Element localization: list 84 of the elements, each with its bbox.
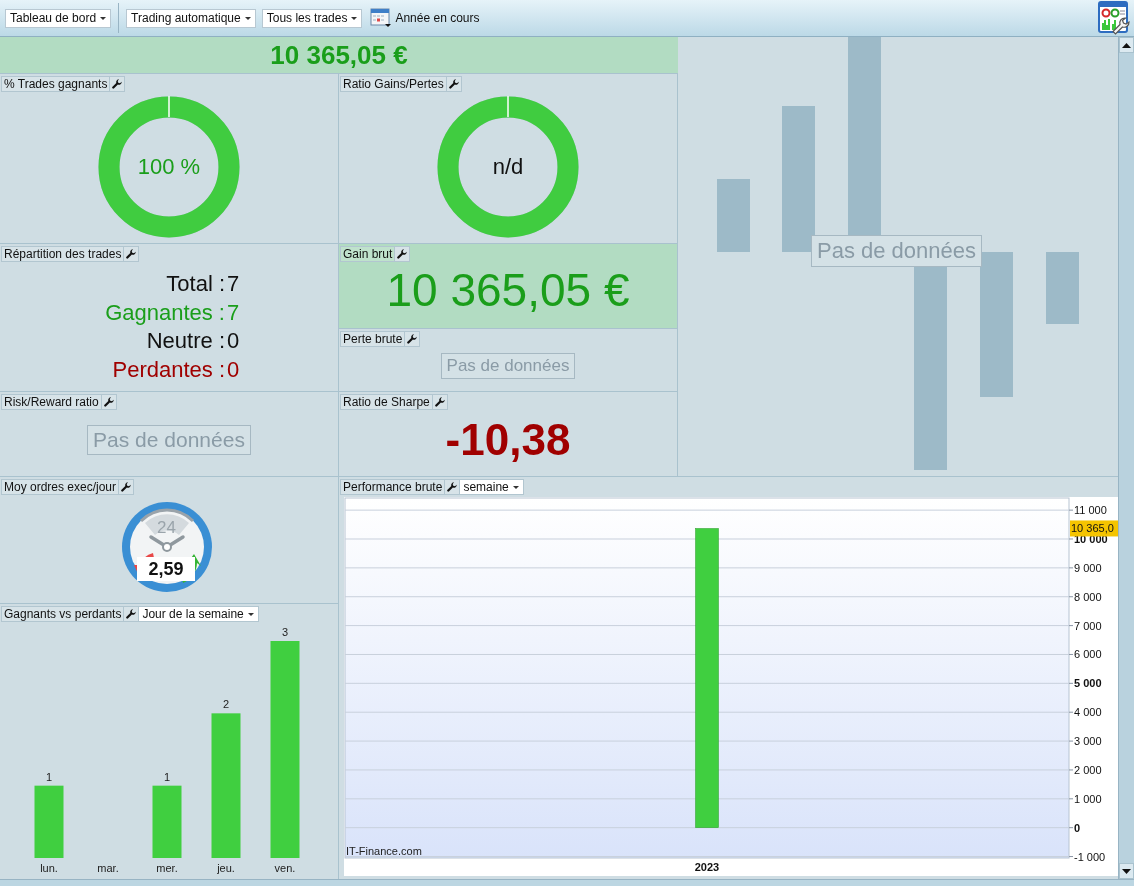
axis-tick-label: 5 000: [1074, 677, 1102, 690]
panel-title: Gain brut: [340, 246, 396, 263]
data-label: 3: [281, 626, 289, 639]
wrench-icon: [447, 482, 458, 493]
wrench-icon: [126, 249, 137, 260]
panel-title: Moy ordres exec/jour: [1, 479, 120, 496]
down-arrow-icon: [1122, 868, 1131, 874]
toolbar-dropdown[interactable]: Trading automatique: [126, 8, 256, 28]
axis-tick-label: 1 000: [1074, 792, 1102, 805]
panel-title: Ratio Gains/Pertes: [340, 76, 447, 93]
panel-title: Risk/Reward ratio: [1, 394, 102, 411]
wrench-icon: [448, 79, 459, 90]
chart-credit: IT-Finance.com: [346, 845, 422, 858]
settings-button[interactable]: [445, 479, 461, 496]
data-label: 2: [222, 698, 230, 711]
panel-title: Gagnants vs perdants: [1, 606, 125, 623]
panel-title: Ratio de Sharpe: [340, 394, 433, 411]
horizontal-scrollbar[interactable]: [0, 879, 1134, 886]
wrench-icon: [121, 482, 132, 493]
breakdown-label: Total :: [165, 270, 225, 299]
ratio-value: n/d: [492, 153, 524, 180]
calendar-icon[interactable]: [370, 8, 393, 29]
dashboard-settings-button[interactable]: [1098, 1, 1130, 36]
grouping-dropdown[interactable]: Jour de la semaine: [139, 606, 259, 623]
axis-label: mar.: [97, 862, 119, 875]
axis-label: mer.: [156, 862, 178, 875]
scroll-up-button[interactable]: [1119, 37, 1134, 54]
breakdown-label: Perdantes :: [111, 355, 225, 384]
axis-label: ven.: [274, 862, 296, 875]
axis-tick-label: 3 000: [1074, 735, 1102, 748]
no-data-message: Pas de données: [87, 425, 251, 456]
axis-tick-label: 2 000: [1074, 764, 1102, 777]
period-dropdown[interactable]: semaine: [460, 479, 524, 496]
wrench-icon: [397, 249, 408, 260]
data-label: 1: [45, 770, 53, 783]
axis-tick-label: -1 000: [1074, 850, 1106, 863]
up-arrow-icon: [1122, 42, 1131, 48]
toolbar-dropdown[interactable]: Tous les trades: [261, 8, 363, 28]
total-gain-value: 10 365,05 €: [270, 39, 408, 71]
gross-gain-value: 10 365,05 €: [386, 263, 630, 318]
toolbar-dropdown[interactable]: Tableau de bord: [5, 8, 112, 28]
breakdown-value: 7: [227, 270, 241, 299]
settings-button[interactable]: [124, 606, 140, 623]
wrench-icon: [434, 397, 445, 408]
breakdown-value: 0: [227, 355, 241, 384]
axis-tick-label: 11 000: [1074, 504, 1107, 517]
axis-label: jeu.: [217, 862, 235, 875]
settings-button[interactable]: [405, 331, 421, 348]
settings-button[interactable]: [119, 479, 135, 496]
axis-tick-label: 4 000: [1074, 706, 1102, 719]
sharpe-ratio-value: -10,38: [445, 415, 571, 466]
axis-tick-label: 8 000: [1074, 590, 1102, 603]
panel-title: % Trades gagnants: [1, 76, 111, 93]
no-data-message: Pas de données: [811, 235, 983, 268]
settings-button[interactable]: [110, 76, 126, 93]
wrench-icon: [126, 609, 137, 620]
wrench-icon: [112, 79, 123, 90]
wrench-icon: [103, 397, 114, 408]
axis-label: lun.: [40, 862, 58, 875]
period-label: Année en cours: [395, 11, 480, 26]
win-rate-value: 100 %: [137, 153, 201, 180]
value-tag: 10 365,0: [1070, 520, 1118, 537]
vertical-scrollbar[interactable]: [1118, 37, 1134, 880]
scroll-down-button[interactable]: [1119, 863, 1134, 880]
axis-tick-label: 9 000: [1074, 562, 1102, 574]
no-data-message: Pas de données: [440, 353, 576, 380]
breakdown-label: Neutre :: [145, 327, 225, 356]
panel-title: Perte brute: [340, 331, 406, 348]
settings-button[interactable]: [124, 246, 140, 263]
axis-tick-label: 7 000: [1074, 619, 1102, 632]
settings-button[interactable]: [395, 246, 411, 263]
average-orders-value: 2,59: [137, 557, 195, 582]
axis-label: 2023: [694, 861, 720, 874]
dashboard-settings-icon: [1098, 1, 1130, 36]
axis-tick-label: 6 000: [1074, 648, 1102, 661]
breakdown-value: 0: [227, 327, 241, 356]
breakdown-value: 7: [227, 298, 241, 327]
breakdown-label: Gagnantes :: [104, 298, 225, 327]
dial-label: 24: [157, 518, 176, 539]
axis-tick-label: 0: [1074, 821, 1081, 834]
data-label: 1: [163, 770, 171, 783]
wrench-icon: [407, 334, 418, 345]
panel-title: Répartition des trades: [1, 246, 125, 263]
panel-title: Performance brute: [340, 479, 446, 496]
